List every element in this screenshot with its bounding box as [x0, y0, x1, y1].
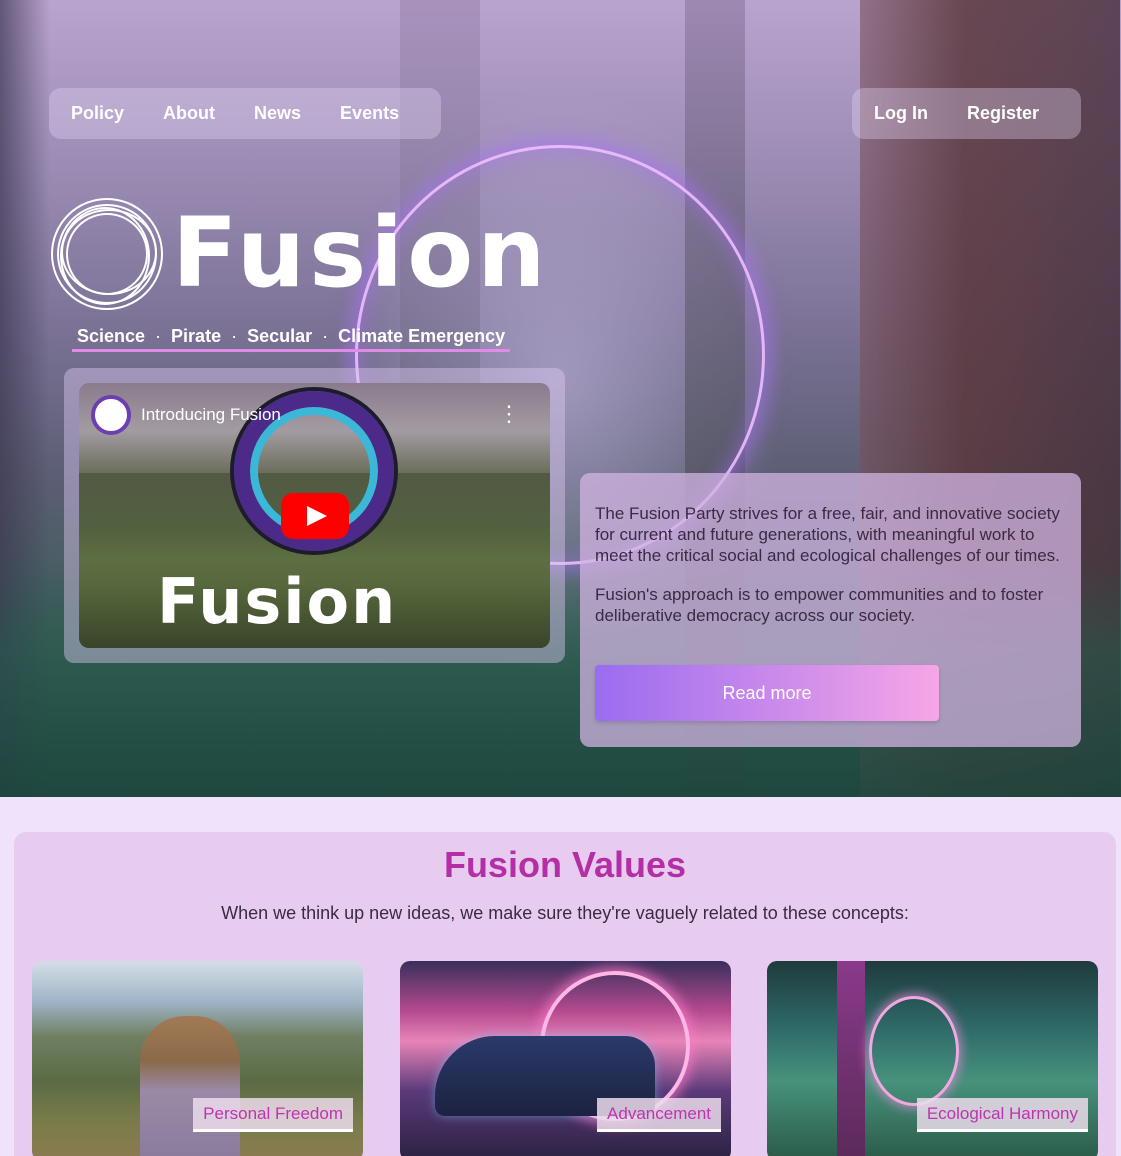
- card-image: [837, 961, 865, 1156]
- channel-avatar[interactable]: [91, 395, 131, 435]
- main-nav: Policy About News Events: [49, 88, 441, 139]
- nav-policy[interactable]: Policy: [71, 103, 124, 124]
- nav-events[interactable]: Events: [340, 103, 399, 124]
- intro-paragraph: Fusion's approach is to empower communit…: [595, 585, 1044, 625]
- tagline-item: Secular: [247, 326, 313, 346]
- values-section: Fusion Values When we think up new ideas…: [14, 832, 1116, 1156]
- intro-card: The Fusion Party strives for a free, fai…: [580, 473, 1081, 747]
- youtube-play-icon[interactable]: [281, 493, 349, 539]
- brand-wordmark: Fusion: [172, 197, 550, 309]
- tagline-item: Science: [77, 326, 146, 346]
- video-player[interactable]: Introducing Fusion ⋮ Fusion: [79, 383, 550, 648]
- card-image: [140, 1016, 240, 1156]
- value-card-label: Personal Freedom: [193, 1098, 353, 1132]
- value-card-personal-freedom[interactable]: Personal Freedom: [32, 961, 363, 1156]
- value-card-label: Advancement: [597, 1098, 721, 1132]
- login-link[interactable]: Log In: [874, 103, 928, 124]
- value-card-advancement[interactable]: Advancement: [400, 961, 731, 1156]
- value-card-ecological-harmony[interactable]: Ecological Harmony: [767, 961, 1098, 1156]
- section-subtitle: When we think up new ideas, we make sure…: [221, 903, 909, 923]
- register-link[interactable]: Register: [967, 103, 1039, 124]
- read-more-button[interactable]: Read more: [595, 665, 939, 721]
- tagline: Science · Pirate · Secular · Climate Eme…: [72, 326, 511, 352]
- tagline-item: Climate Emergency: [338, 326, 506, 346]
- tagline-separator: ·: [322, 326, 329, 346]
- video-wordmark: Fusion: [157, 565, 398, 638]
- section-title: Fusion Values: [443, 844, 687, 885]
- intro-paragraph: The Fusion Party strives for a free, fai…: [595, 504, 1060, 565]
- more-vertical-icon[interactable]: ⋮: [498, 403, 520, 425]
- nav-news[interactable]: News: [254, 103, 301, 124]
- account-nav: Log In Register: [852, 88, 1081, 139]
- nav-about[interactable]: About: [163, 103, 215, 124]
- tagline-separator: ·: [231, 326, 238, 346]
- video-title[interactable]: Introducing Fusion: [141, 405, 281, 425]
- fusion-logo-icon: [51, 198, 163, 310]
- tagline-separator: ·: [155, 326, 162, 346]
- value-card-label: Ecological Harmony: [916, 1098, 1088, 1132]
- tagline-item: Pirate: [171, 326, 222, 346]
- card-image: [869, 996, 959, 1106]
